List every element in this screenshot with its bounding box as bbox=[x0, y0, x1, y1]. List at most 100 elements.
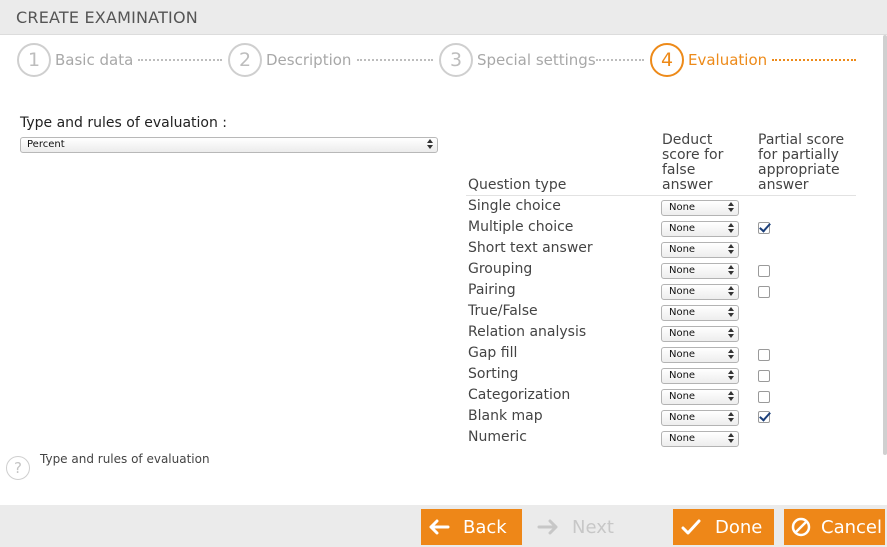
question-type-label: Short text answer bbox=[468, 240, 593, 256]
arrow-left-icon bbox=[427, 515, 451, 539]
step-connector bbox=[772, 59, 856, 61]
header-line: Partial score bbox=[758, 132, 845, 148]
question-type-label: Pairing bbox=[468, 282, 516, 298]
select-value: None bbox=[669, 328, 696, 339]
select-value: None bbox=[669, 223, 696, 234]
question-type-label: Gap fill bbox=[468, 345, 518, 361]
deduct-select[interactable]: None bbox=[661, 410, 739, 426]
partial-score-checkbox[interactable] bbox=[758, 286, 770, 298]
partial-score-checkbox[interactable] bbox=[758, 391, 770, 403]
next-button[interactable]: Next bbox=[530, 509, 640, 545]
header-line: appropriate bbox=[758, 162, 840, 178]
question-type-label: Blank map bbox=[468, 408, 543, 424]
help-text: Type and rules of evaluation bbox=[40, 452, 210, 466]
question-type-label: Multiple choice bbox=[468, 219, 574, 235]
done-label: Done bbox=[715, 516, 763, 538]
partial-score-checkbox[interactable] bbox=[758, 411, 770, 423]
select-arrows-icon bbox=[728, 433, 734, 443]
header-line: Deduct bbox=[662, 132, 713, 148]
deduct-select[interactable]: None bbox=[661, 305, 739, 321]
scrollbar[interactable] bbox=[883, 35, 887, 455]
select-arrows-icon bbox=[728, 244, 734, 254]
partial-score-checkbox[interactable] bbox=[758, 370, 770, 382]
partial-score-checkbox[interactable] bbox=[758, 222, 770, 234]
select-arrows-icon bbox=[728, 370, 734, 380]
step-wizard: 1 Basic data 2 Description 3 Special set… bbox=[0, 35, 887, 87]
column-header-partial: Partial score for partially appropriate … bbox=[758, 133, 844, 193]
deduct-select[interactable]: None bbox=[661, 200, 739, 216]
select-value: None bbox=[669, 391, 696, 402]
select-value: None bbox=[669, 412, 696, 423]
column-header-deduct: Deduct score for false answer bbox=[662, 133, 723, 193]
select-arrows-icon bbox=[728, 307, 734, 317]
select-value: None bbox=[669, 307, 696, 318]
select-value: None bbox=[669, 202, 696, 213]
step-number: 4 bbox=[650, 43, 684, 77]
step-label: Basic data bbox=[55, 51, 134, 69]
deduct-select[interactable]: None bbox=[661, 284, 739, 300]
deduct-select[interactable]: None bbox=[661, 389, 739, 405]
question-type-label: Single choice bbox=[468, 198, 561, 214]
select-arrows-icon bbox=[728, 349, 734, 359]
page-title: CREATE EXAMINATION bbox=[16, 8, 198, 27]
cancel-button[interactable]: Cancel bbox=[784, 509, 885, 545]
cancel-icon bbox=[789, 515, 813, 539]
next-label: Next bbox=[572, 516, 614, 538]
select-arrows-icon bbox=[728, 412, 734, 422]
checkmark-icon bbox=[679, 515, 703, 539]
evaluation-type-label: Type and rules of evaluation : bbox=[20, 115, 228, 131]
deduct-select[interactable]: None bbox=[661, 368, 739, 384]
select-arrows-icon bbox=[728, 391, 734, 401]
select-arrows-icon bbox=[728, 202, 734, 212]
step-number: 1 bbox=[17, 43, 51, 77]
header-line: for partially bbox=[758, 147, 839, 163]
deduct-select[interactable]: None bbox=[661, 221, 739, 237]
step-number: 2 bbox=[228, 43, 262, 77]
step-label: Evaluation bbox=[688, 51, 768, 69]
select-arrows-icon bbox=[728, 286, 734, 296]
partial-score-checkbox[interactable] bbox=[758, 265, 770, 277]
back-button[interactable]: Back bbox=[421, 509, 522, 545]
step-label: Description bbox=[266, 51, 352, 69]
evaluation-type-select[interactable]: Percent bbox=[20, 137, 438, 153]
question-type-label: Sorting bbox=[468, 366, 519, 382]
header-line: score for bbox=[662, 147, 724, 163]
cancel-label: Cancel bbox=[821, 516, 882, 538]
step-connector bbox=[138, 59, 222, 61]
title-bar: CREATE EXAMINATION bbox=[0, 0, 887, 35]
select-value: None bbox=[669, 433, 696, 444]
select-value: None bbox=[669, 244, 696, 255]
select-value: None bbox=[669, 370, 696, 381]
header-line: answer bbox=[662, 177, 713, 193]
select-arrows-icon bbox=[728, 223, 734, 233]
question-type-label: Grouping bbox=[468, 261, 533, 277]
header-divider bbox=[466, 195, 856, 196]
column-header-question-type: Question type bbox=[468, 177, 567, 193]
step-evaluation[interactable]: 4 Evaluation bbox=[650, 43, 767, 77]
select-value: None bbox=[669, 286, 696, 297]
deduct-select[interactable]: None bbox=[661, 431, 739, 447]
step-connector bbox=[357, 59, 433, 61]
select-arrows-icon bbox=[427, 139, 433, 149]
step-description[interactable]: 2 Description bbox=[228, 43, 351, 77]
header-line: answer bbox=[758, 177, 809, 193]
deduct-select[interactable]: None bbox=[661, 242, 739, 258]
deduct-select[interactable]: None bbox=[661, 263, 739, 279]
step-special-settings[interactable]: 3 Special settings bbox=[439, 43, 596, 77]
question-type-label: True/False bbox=[468, 303, 538, 319]
question-type-label: Categorization bbox=[468, 387, 571, 403]
deduct-select[interactable]: None bbox=[661, 326, 739, 342]
select-arrows-icon bbox=[728, 265, 734, 275]
header-line: false bbox=[662, 162, 696, 178]
step-connector bbox=[596, 59, 644, 61]
done-button[interactable]: Done bbox=[673, 509, 774, 545]
select-value: None bbox=[669, 349, 696, 360]
step-basic-data[interactable]: 1 Basic data bbox=[17, 43, 133, 77]
question-icon[interactable]: ? bbox=[6, 456, 30, 480]
question-type-label: Relation analysis bbox=[468, 324, 587, 340]
arrow-right-icon bbox=[536, 515, 560, 539]
step-label: Special settings bbox=[477, 51, 596, 69]
deduct-select[interactable]: None bbox=[661, 347, 739, 363]
partial-score-checkbox[interactable] bbox=[758, 349, 770, 361]
select-value: None bbox=[669, 265, 696, 276]
